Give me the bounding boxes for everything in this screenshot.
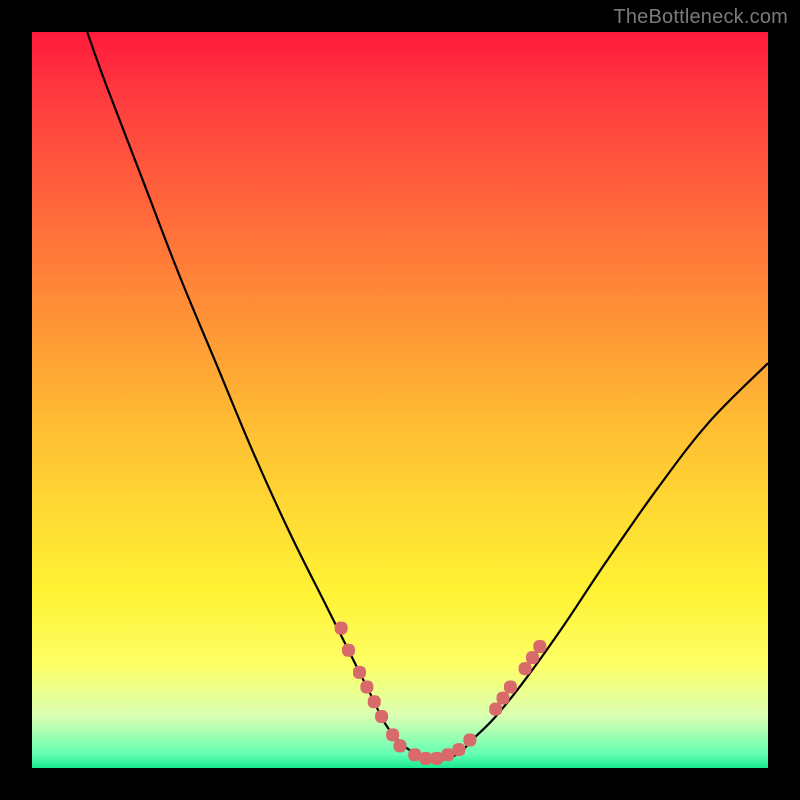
data-marker	[386, 728, 399, 741]
data-marker	[489, 703, 502, 716]
watermark-text: TheBottleneck.com	[613, 6, 788, 29]
data-marker	[368, 695, 381, 708]
data-marker	[519, 662, 532, 675]
data-marker	[504, 681, 517, 694]
data-marker	[452, 743, 465, 756]
data-marker	[375, 710, 388, 723]
data-marker	[360, 681, 373, 694]
data-marker	[526, 651, 539, 664]
data-marker	[353, 666, 366, 679]
chart-frame: TheBottleneck.com	[0, 0, 800, 800]
data-marker	[335, 622, 348, 635]
data-marker	[342, 644, 355, 657]
curve-layer	[32, 32, 768, 768]
data-marker	[533, 640, 546, 653]
plot-area	[32, 32, 768, 768]
data-marker	[394, 739, 407, 752]
bottleneck-curve	[87, 32, 768, 760]
data-marker	[463, 734, 476, 747]
data-marker	[497, 692, 510, 705]
